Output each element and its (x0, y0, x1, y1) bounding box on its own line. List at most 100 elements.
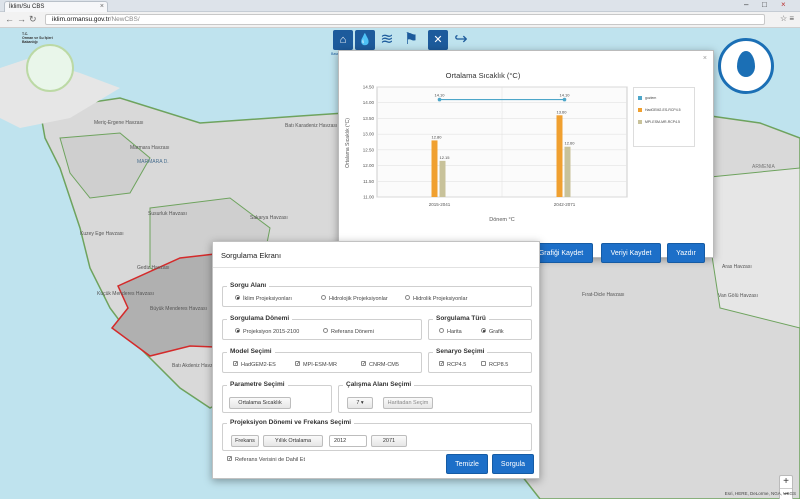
query-icon[interactable]: ⚑ (401, 30, 421, 50)
map-label: Küçük Menderes Havzası (97, 291, 154, 297)
water-resources-icon[interactable]: 💧 (355, 30, 375, 50)
option-label: MPI-ESM-MR (303, 362, 337, 368)
minimize-icon[interactable]: – (744, 0, 748, 9)
zoom-in-button[interactable]: + (780, 476, 792, 489)
end-year-button[interactable]: 2071 (371, 435, 407, 447)
bar (439, 160, 446, 197)
parameter-button[interactable]: Ortalama Sıcaklık (229, 397, 291, 409)
ministry-logo: T.C. Orman ve Su İşleri Bakanlığı (22, 32, 80, 92)
option-label: RCP4.5 (447, 362, 467, 368)
chart-window: × Ortalama Sıcaklık (°C) 14.50 14.00 13.50… (338, 50, 714, 263)
data-label: 12.15 (439, 155, 450, 160)
map-label: ARMENIA (752, 164, 775, 170)
radio-icon (323, 328, 328, 334)
close-tab-icon[interactable]: × (100, 3, 104, 10)
browser-tab-bar: İklim/Su CBS × – □ × (0, 0, 800, 12)
data-label: 12.80 (431, 134, 442, 139)
option-label: Hidrolojik Projeksiyonlar (329, 296, 388, 302)
area-option[interactable]: İklim Projeksiyonları (235, 295, 292, 302)
option-label: Referans Verisini de Dahil Et (235, 457, 306, 463)
legend-label: HadGEM2-ES-RCP4.5 (645, 108, 681, 112)
include-reference-checkbox[interactable]: ✓ Referans Verisini de Dahil Et (227, 456, 306, 463)
data-label: 14.10 (559, 93, 570, 98)
period-option[interactable]: Projeksiyon 2015-2100 (235, 328, 299, 335)
y-tick-label: 14.50 (363, 85, 375, 90)
data-label: 12.60 (564, 141, 575, 146)
chart-title: Ortalama Sıcaklık (°C) (445, 71, 521, 80)
clear-button[interactable]: Temizle (446, 454, 488, 474)
layers-icon[interactable]: ≋ (377, 30, 397, 50)
water-directorate-logo (718, 38, 774, 94)
start-year-input[interactable]: 2012 (329, 435, 367, 447)
map-label: Batı Karadeniz Havzası (285, 123, 338, 129)
browser-menu-icons[interactable]: ☆ ≡ (780, 14, 794, 23)
option-label: Hidrolik Projeksiyonlar (413, 296, 468, 302)
map-label: Susurluk Havzası (148, 211, 187, 217)
work-area-select[interactable]: 7 ▾ (347, 397, 373, 409)
close-icon[interactable]: × (703, 55, 707, 62)
map-label: Büyük Menderes Havzası (150, 306, 207, 312)
y-tick-label: 11.00 (363, 195, 374, 200)
scenario-option[interactable]: ✓ RCP4.5 (439, 361, 467, 368)
tab-title: İklim/Su CBS (9, 4, 45, 10)
maximize-icon[interactable]: □ (762, 0, 767, 9)
reload-icon[interactable]: ↻ (29, 14, 37, 25)
checkbox-icon: ✓ (227, 456, 233, 463)
period-option[interactable]: Referans Dönemi (323, 328, 374, 335)
submit-query-button[interactable]: Sorgula (492, 454, 534, 474)
model-option[interactable]: ✓ HadGEM2-ES (233, 361, 276, 368)
map-attribution: Esri, HERE, DeLorme, NGA, USGS (724, 491, 796, 496)
tree-emblem-icon (26, 44, 74, 92)
group-legend: Sorgulama Türü (433, 315, 489, 322)
close-window-icon[interactable]: × (781, 0, 786, 9)
checkbox-icon (481, 361, 486, 367)
query-type-group: Sorgulama Türü Harita Grafik (428, 315, 532, 340)
print-button[interactable]: Yazdır (667, 243, 705, 263)
url-field[interactable]: iklim.ormansu.gov.tr/NewCBS/ (45, 14, 765, 25)
browser-tab[interactable]: İklim/Su CBS × (4, 1, 108, 12)
bar (556, 115, 563, 197)
address-bar: ← → ↻ iklim.ormansu.gov.tr/NewCBS/ ☆ ≡ (0, 12, 800, 28)
line-point (437, 97, 442, 102)
checkbox-icon: ✓ (233, 361, 239, 368)
group-legend: Model Seçimi (227, 348, 275, 355)
area-option[interactable]: Hidrolojik Projeksiyonlar (321, 295, 388, 302)
back-icon[interactable]: ← (5, 14, 14, 24)
data-label: 13.60 (556, 109, 567, 114)
model-option[interactable]: ✓ MPI-ESM-MR (295, 361, 337, 368)
parameter-group: Parametre Seçimi Ortalama Sıcaklık (222, 381, 332, 413)
tools-icon[interactable]: ✕ (428, 30, 448, 50)
url-host: iklim.ormansu.gov.tr (52, 16, 110, 23)
chart-legend: gozlem HadGEM2-ES-RCP4.5 MPI-ESM-MR-RCP4… (633, 87, 695, 147)
legend-item[interactable]: gozlem (638, 96, 656, 101)
scenario-option[interactable]: RCP8.5 (481, 361, 508, 368)
y-tick-label: 13.00 (363, 132, 375, 137)
map-label: Fırat-Dicle Havzası (582, 292, 625, 298)
y-tick-label: 12.00 (363, 163, 375, 168)
checkbox-icon: ✓ (295, 361, 301, 368)
select-from-map-button[interactable]: Haritadan Seçim (383, 397, 433, 409)
map-label: Kuzey Ege Havzası (80, 231, 124, 237)
forward-icon[interactable]: → (17, 14, 26, 24)
water-drop-icon (737, 51, 755, 77)
map-label: Aras Havzası (722, 264, 752, 270)
frequency-label-button[interactable]: Frekans (231, 435, 259, 447)
area-option[interactable]: Hidrolik Projeksiyonlar (405, 295, 468, 302)
query-area-group: Sorgu Alanı İklim Projeksiyonları Hidrol… (222, 282, 532, 307)
work-area-group: Çalışma Alanı Seçimi 7 ▾ Haritadan Seçim (338, 381, 532, 413)
map-label: MARMARA D. (137, 159, 169, 165)
projection-group: Projeksiyon Dönemi ve Frekans Seçimi Fre… (222, 419, 532, 451)
model-option[interactable]: ✓ CNRM-CM5 (361, 361, 399, 368)
y-tick-label: 13.50 (363, 116, 375, 121)
option-label: Harita (447, 329, 462, 335)
type-option[interactable]: Harita (439, 328, 462, 335)
scenario-group: Senaryo Seçimi ✓ RCP4.5 RCP8.5 (428, 348, 532, 373)
legend-item[interactable]: MPI-ESM-MR-RCP4.5 (638, 120, 680, 125)
radio-icon (405, 295, 410, 301)
logout-icon[interactable]: ↪ (451, 30, 471, 50)
basemap-icon[interactable]: ⌂ (333, 30, 353, 50)
frequency-select[interactable]: Yıllık Ortalama (263, 435, 323, 447)
legend-item[interactable]: HadGEM2-ES-RCP4.5 (638, 108, 681, 113)
save-data-button[interactable]: Veriyi Kaydet (601, 243, 661, 263)
type-option[interactable]: Grafik (481, 328, 504, 335)
